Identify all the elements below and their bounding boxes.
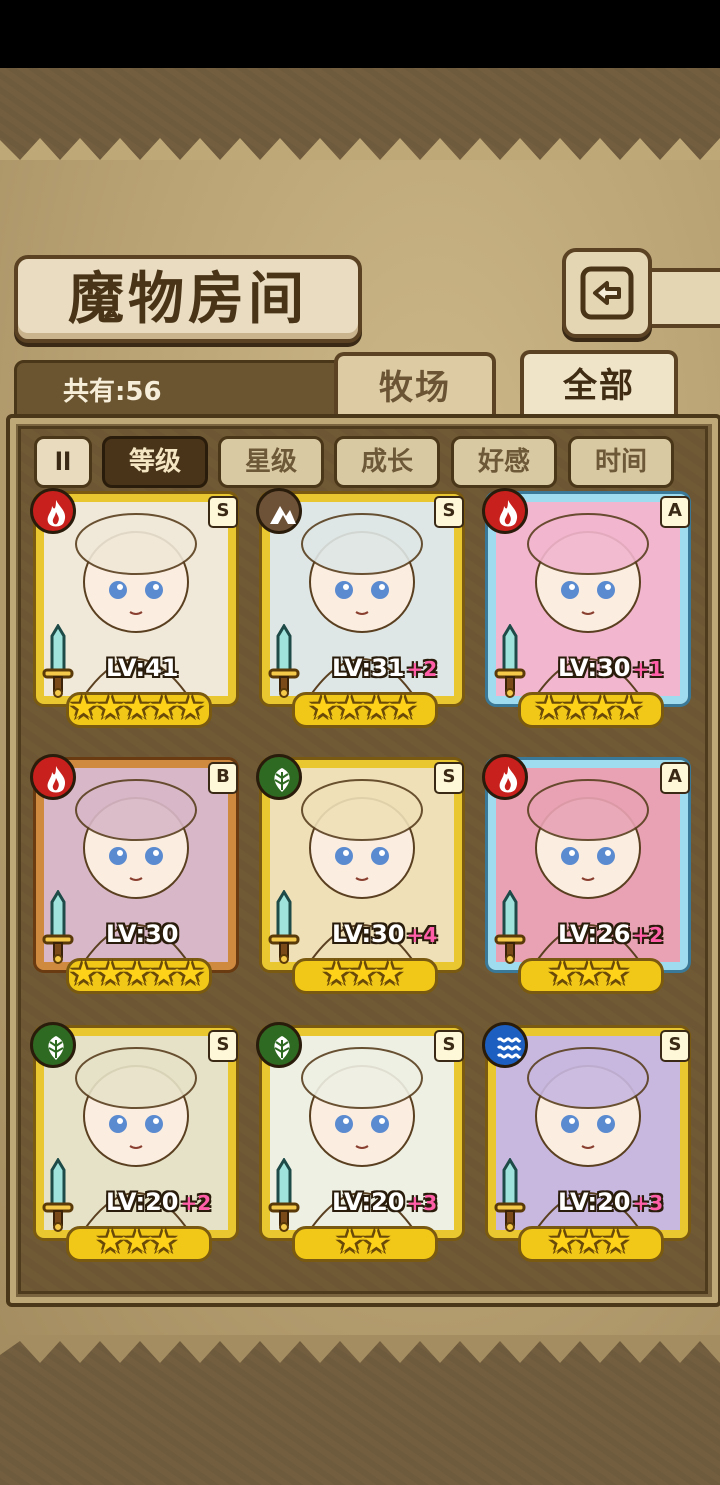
level-bonus: +2 <box>180 1191 212 1215</box>
level-label: LV:30 +4 <box>332 920 437 948</box>
wood-symbol-icon <box>274 768 290 792</box>
level-bonus: +4 <box>406 923 438 947</box>
wood-symbol-icon <box>48 1036 64 1060</box>
element-fire-icon <box>482 488 528 534</box>
fire-symbol-icon <box>47 766 66 793</box>
level-value: LV:41 <box>106 654 179 682</box>
sword-icon <box>268 624 300 698</box>
level-label: LV:30 +1 <box>558 654 663 682</box>
level-label: LV:41 <box>106 654 180 682</box>
status-bar <box>0 0 720 68</box>
element-fire-icon <box>30 488 76 534</box>
monster-card[interactable]: ★★★ S LV:20 +3 <box>482 1022 694 1262</box>
rank-badge: S <box>208 1030 238 1062</box>
rank-badge: S <box>434 496 464 528</box>
sort-growth-button[interactable]: 成长 <box>334 436 440 488</box>
sword-icon <box>268 1158 300 1232</box>
page-title: 魔物房间 <box>68 266 308 332</box>
level-bonus: +2 <box>406 657 438 681</box>
back-button[interactable] <box>562 248 652 338</box>
rank-badge: S <box>434 1030 464 1062</box>
level-label: LV:20 +3 <box>558 1188 663 1216</box>
monster-card[interactable]: ★★ S LV:20 +3 <box>256 1022 468 1262</box>
tab-ranch[interactable]: 牧场 <box>334 352 496 418</box>
monster-card[interactable]: ★★★★★ S LV:41 <box>30 488 242 728</box>
level-value: LV:20 <box>332 1188 405 1216</box>
fire-symbol-icon <box>499 766 518 793</box>
level-value: LV:20 <box>106 1188 179 1216</box>
sort-affection-button[interactable]: 好感 <box>451 436 557 488</box>
level-value: LV:31 <box>332 654 405 682</box>
rank-badge: S <box>660 1030 690 1062</box>
earth-symbol-icon <box>270 506 296 524</box>
element-earth-icon <box>256 488 302 534</box>
element-wood-icon <box>256 754 302 800</box>
level-bonus: +2 <box>632 923 664 947</box>
torn-edge-top <box>0 138 720 160</box>
level-bonus: +1 <box>632 657 664 681</box>
sword-icon <box>268 890 300 964</box>
sword-icon <box>494 624 526 698</box>
sort-order-icon: ll <box>54 448 72 476</box>
rank-badge: S <box>434 762 464 794</box>
element-water-icon <box>482 1022 528 1068</box>
monster-card[interactable]: ★★★ A LV:26 +2 <box>482 754 694 994</box>
level-label: LV:30 <box>106 920 180 948</box>
monster-count: 共有:56 <box>63 377 162 407</box>
title-plate: 魔物房间 <box>14 255 362 343</box>
element-wood-icon <box>256 1022 302 1068</box>
level-bonus: +3 <box>632 1191 664 1215</box>
sort-time-button[interactable]: 时间 <box>568 436 674 488</box>
sword-icon <box>42 1158 74 1232</box>
fire-symbol-icon <box>47 500 66 527</box>
sort-order-toggle[interactable]: ll <box>34 436 92 488</box>
level-value: LV:26 <box>558 920 631 948</box>
level-value: LV:30 <box>558 654 631 682</box>
sort-star-button[interactable]: 星级 <box>218 436 324 488</box>
element-fire-icon <box>482 754 528 800</box>
level-label: LV:20 +3 <box>332 1188 437 1216</box>
monster-card[interactable]: ★★★ S LV:20 +2 <box>30 1022 242 1262</box>
rank-badge: S <box>208 496 238 528</box>
back-bar <box>644 268 720 328</box>
rank-badge: B <box>208 762 238 794</box>
element-wood-icon <box>30 1022 76 1068</box>
monster-card[interactable]: ★★★★ A LV:30 +1 <box>482 488 694 728</box>
fire-symbol-icon <box>499 500 518 527</box>
back-arrow-icon <box>580 266 634 320</box>
level-label: LV:31 +2 <box>332 654 437 682</box>
level-value: LV:30 <box>106 920 179 948</box>
element-fire-icon <box>30 754 76 800</box>
rank-badge: A <box>660 762 690 794</box>
level-value: LV:20 <box>558 1188 631 1216</box>
sword-icon <box>42 890 74 964</box>
monster-card[interactable]: ★★★ S LV:30 +4 <box>256 754 468 994</box>
monster-card[interactable]: ★★★★★ B LV:30 <box>30 754 242 994</box>
wood-symbol-icon <box>274 1036 290 1060</box>
sword-icon <box>494 890 526 964</box>
sword-icon <box>42 624 74 698</box>
water-symbol-icon <box>496 1037 522 1059</box>
level-label: LV:26 +2 <box>558 920 663 948</box>
monster-card[interactable]: ★★★★ S LV:31 +2 <box>256 488 468 728</box>
level-value: LV:30 <box>332 920 405 948</box>
level-bonus: +3 <box>406 1191 438 1215</box>
sort-level-button[interactable]: 等级 <box>102 436 208 488</box>
monster-count-bar: 共有:56 <box>14 360 350 418</box>
sword-icon <box>494 1158 526 1232</box>
level-label: LV:20 +2 <box>106 1188 211 1216</box>
torn-edge-bottom <box>0 1335 720 1363</box>
rank-badge: A <box>660 496 690 528</box>
